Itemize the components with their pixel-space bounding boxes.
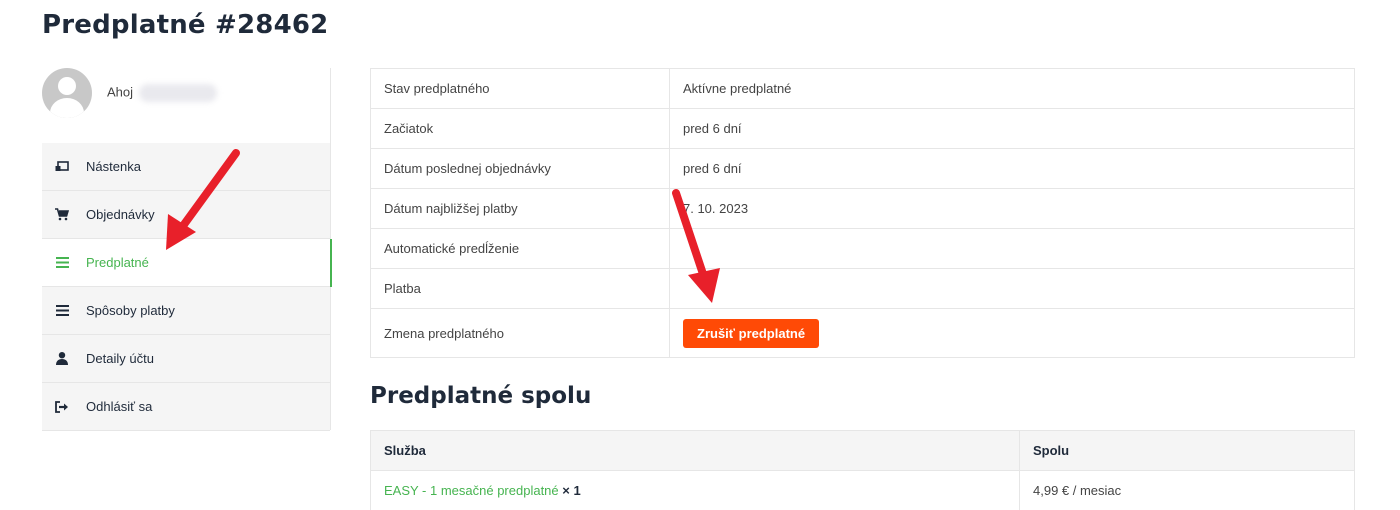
totals-title: Predplatné spolu bbox=[370, 383, 592, 409]
account-sidebar: Ahoj Nástenka Objednávky Predplatné Spôs… bbox=[42, 68, 332, 431]
table-row: Automatické predĺženie bbox=[370, 228, 1355, 269]
sidebar-item-subscriptions[interactable]: Predplatné bbox=[42, 239, 332, 287]
sidebar-item-label: Predplatné bbox=[86, 255, 149, 270]
cancel-subscription-button[interactable]: Zrušiť predplatné bbox=[683, 318, 820, 348]
table-row: EASY - 1 mesačné predplatné × 1 4,99 € /… bbox=[370, 470, 1355, 510]
user-block: Ahoj bbox=[42, 68, 331, 118]
table-row: Zmena predplatného Zrušiť predplatné bbox=[370, 308, 1355, 358]
row-label: Platba bbox=[370, 268, 670, 309]
table-row: Stav predplatného Aktívne predplatné bbox=[370, 68, 1355, 109]
greeting: Ahoj bbox=[107, 84, 218, 102]
product-quantity: × 1 bbox=[562, 483, 581, 498]
sidebar-item-label: Nástenka bbox=[86, 159, 141, 174]
row-label: Zmena predplatného bbox=[370, 308, 670, 358]
column-header-service: Služba bbox=[370, 430, 1020, 471]
row-value bbox=[669, 228, 1355, 269]
sidebar-item-label: Odhlásiť sa bbox=[86, 399, 153, 414]
row-label: Začiatok bbox=[370, 108, 670, 149]
product-link[interactable]: EASY - 1 mesačné predplatné bbox=[384, 483, 559, 498]
sidebar-item-label: Detaily účtu bbox=[86, 351, 154, 366]
sidebar-item-account-details[interactable]: Detaily účtu bbox=[42, 335, 330, 383]
product-total: 4,99 € / mesiac bbox=[1033, 483, 1122, 498]
table-row: Platba bbox=[370, 268, 1355, 309]
sidebar-item-payment-methods[interactable]: Spôsoby platby bbox=[42, 287, 330, 335]
blurred-username bbox=[139, 84, 218, 102]
row-value bbox=[669, 268, 1355, 309]
sidebar-item-dashboard[interactable]: Nástenka bbox=[42, 143, 330, 191]
sidebar-item-logout[interactable]: Odhlásiť sa bbox=[42, 383, 330, 431]
subscription-totals-table: Služba Spolu EASY - 1 mesačné predplatné… bbox=[370, 430, 1355, 510]
greeting-text: Ahoj bbox=[107, 84, 134, 100]
cart-icon bbox=[54, 207, 70, 223]
row-label: Dátum najbližšej platby bbox=[370, 188, 670, 229]
list-icon bbox=[54, 303, 70, 319]
sidebar-item-label: Objednávky bbox=[86, 207, 155, 222]
sidebar-item-orders[interactable]: Objednávky bbox=[42, 191, 330, 239]
row-value: pred 6 dní bbox=[669, 108, 1355, 149]
row-label: Stav predplatného bbox=[370, 68, 670, 109]
page-title: Predplatné #28462 bbox=[42, 10, 329, 40]
row-label: Automatické predĺženie bbox=[370, 228, 670, 269]
table-row: Dátum najbližšej platby 7. 10. 2023 bbox=[370, 188, 1355, 229]
row-label: Dátum poslednej objednávky bbox=[370, 148, 670, 189]
subscription-details-table: Stav predplatného Aktívne predplatné Zač… bbox=[370, 68, 1355, 358]
avatar bbox=[42, 68, 92, 118]
list-icon bbox=[54, 255, 70, 271]
table-row: Dátum poslednej objednávky pred 6 dní bbox=[370, 148, 1355, 189]
row-value: pred 6 dní bbox=[669, 148, 1355, 189]
row-value: Aktívne predplatné bbox=[669, 68, 1355, 109]
table-header-row: Služba Spolu bbox=[370, 430, 1355, 471]
row-value: 7. 10. 2023 bbox=[669, 188, 1355, 229]
row-value: Zrušiť predplatné bbox=[670, 309, 1355, 358]
column-header-total: Spolu bbox=[1019, 430, 1355, 471]
sidebar-item-label: Spôsoby platby bbox=[86, 303, 175, 318]
account-nav: Nástenka Objednávky Predplatné Spôsoby p… bbox=[42, 143, 332, 431]
user-icon bbox=[54, 351, 70, 367]
table-row: Začiatok pred 6 dní bbox=[370, 108, 1355, 149]
logout-icon bbox=[54, 399, 70, 415]
product-cell: EASY - 1 mesačné predplatné × 1 bbox=[370, 470, 1020, 510]
dashboard-icon bbox=[54, 159, 70, 175]
